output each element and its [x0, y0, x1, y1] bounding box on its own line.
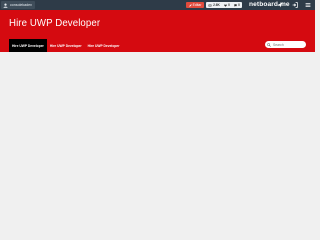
user-icon — [3, 3, 8, 8]
login-icon[interactable] — [292, 2, 298, 8]
heart-icon — [224, 3, 227, 7]
stats-group: 2.6K 0 0 — [206, 2, 242, 8]
nav-item-2[interactable]: Hire UWP Developer — [47, 39, 85, 52]
nav-item-1[interactable]: Hire UWP Developer — [9, 39, 47, 52]
share-icon[interactable] — [277, 2, 283, 8]
admin-bar: consolekadev Editar 2.6K 0 0 netboard.me — [0, 0, 315, 10]
menu-icon[interactable] — [305, 2, 311, 8]
user-name: consolekadev — [10, 3, 32, 7]
main-content — [0, 52, 315, 210]
search-input[interactable] — [273, 41, 303, 48]
eye-icon — [208, 3, 213, 7]
stat-likes[interactable]: 0 — [224, 3, 230, 7]
stat-comments[interactable]: 0 — [234, 3, 240, 7]
stat-comments-value: 0 — [238, 3, 240, 7]
page-title: Hire UWP Developer — [9, 17, 101, 29]
stat-views-value: 2.6K — [213, 3, 220, 7]
stat-views: 2.6K — [208, 3, 220, 7]
edit-label: Editar — [192, 3, 202, 7]
search-box[interactable] — [265, 41, 306, 48]
brand-logo[interactable]: netboard.me — [249, 1, 290, 9]
stat-likes-value: 0 — [228, 3, 230, 7]
search-icon — [267, 42, 271, 47]
nav-bar: Hire UWP Developer Hire UWP Developer Hi… — [9, 39, 122, 52]
nav-item-3[interactable]: Hire UWP Developer — [85, 39, 123, 52]
pencil-icon — [188, 3, 192, 7]
user-chip[interactable]: consolekadev — [1, 1, 35, 9]
comment-icon — [234, 3, 237, 7]
edit-button[interactable]: Editar — [186, 2, 204, 8]
